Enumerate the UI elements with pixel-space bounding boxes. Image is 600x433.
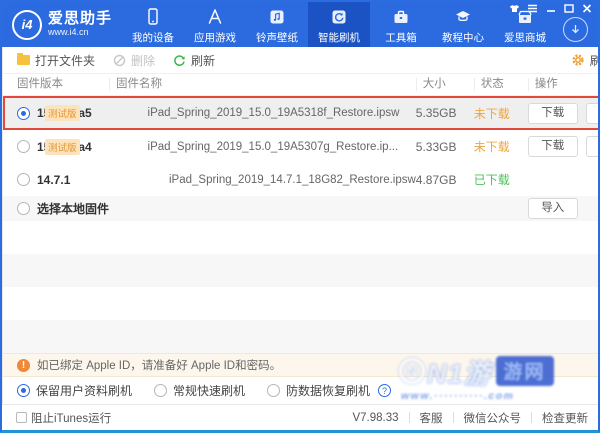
radio-icon[interactable] — [17, 173, 30, 186]
refresh-button[interactable]: 刷新 — [173, 52, 215, 69]
table-row-empty — [3, 254, 598, 287]
main-panel: 打开文件夹 删除 刷新 刷机设置 固件版本 固件名称 大小 — [3, 47, 598, 404]
option-normal-fast-flash[interactable]: 常规快速刷机 — [154, 382, 245, 399]
block-itunes-checkbox[interactable]: 阻止iTunes运行 — [2, 410, 115, 426]
status-not-downloaded: 未下载 — [473, 140, 510, 154]
nav-ringtones-wallpapers[interactable]: 铃声壁纸 — [246, 2, 308, 47]
radio-icon — [154, 384, 168, 397]
option-anti-data-recovery[interactable]: 防数据恢复刷机 ? — [267, 382, 392, 399]
flash-settings-button[interactable]: 刷机设置 — [571, 52, 598, 69]
minimize-icon[interactable] — [545, 4, 556, 13]
option-keep-user-data[interactable]: 保留用户资料刷机 — [17, 382, 132, 399]
download-button[interactable]: 下载 — [527, 102, 578, 124]
title-bar: i4 爱思助手 www.i4.cn 我的设备 应用游戏 铃声壁纸 智能刷机 工具… — [2, 2, 598, 47]
download-manager-button[interactable] — [563, 17, 588, 42]
import-button[interactable]: 导入 — [585, 102, 598, 124]
refresh-icon — [174, 54, 185, 66]
radio-icon[interactable] — [17, 202, 30, 215]
gear-icon — [572, 54, 584, 66]
firmware-row-15.0beta5[interactable]: 15.0beta5 测试版 iPad_Spring_2019_15.0_19A5… — [3, 96, 598, 130]
skin-icon[interactable] — [509, 4, 520, 13]
i4-logo-icon: i4 — [12, 9, 42, 40]
status-downloaded: 已下载 — [473, 173, 510, 187]
table-row-empty — [3, 320, 598, 353]
radio-icon — [267, 384, 281, 397]
briefcase-icon — [391, 7, 411, 27]
close-icon[interactable] — [581, 4, 592, 13]
phone-icon — [143, 7, 163, 27]
status-not-downloaded: 未下载 — [473, 106, 510, 121]
version-label: V7.98.33 — [352, 411, 399, 424]
menu-icon[interactable] — [527, 4, 538, 13]
app-logo[interactable]: i4 爱思助手 www.i4.cn — [2, 2, 122, 47]
firmware-file-name: iPad_Spring_2019_15.0_19A5318f_Restore.i… — [147, 107, 400, 119]
flash-refresh-icon — [329, 7, 349, 27]
warning-icon: ! — [17, 358, 30, 372]
empty-rows — [3, 221, 598, 353]
download-button[interactable]: 下载 — [527, 136, 578, 157]
checkbox-icon — [16, 412, 27, 423]
header-status: 状态 — [473, 78, 528, 91]
app-title: 爱思助手 — [48, 10, 113, 28]
radio-selected-icon[interactable] — [17, 106, 30, 120]
app-url: www.i4.cn — [48, 26, 89, 37]
app-window: i4 爱思助手 www.i4.cn 我的设备 应用游戏 铃声壁纸 智能刷机 工具… — [0, 0, 600, 433]
status-bar: 阻止iTunes运行 V7.98.33 客服 微信公众号 检查更新 — [2, 404, 598, 430]
beta-badge: 测试版 — [45, 105, 80, 121]
header-firmware-name: 固件名称 — [109, 78, 416, 91]
customer-service-link[interactable]: 客服 — [420, 410, 443, 426]
nav-smart-flash[interactable]: 智能刷机 — [308, 2, 371, 47]
graduation-cap-icon — [453, 7, 473, 27]
window-controls — [509, 4, 592, 13]
footer-links: V7.98.33 客服 微信公众号 检查更新 — [352, 410, 598, 426]
music-note-icon — [267, 7, 287, 27]
header-size: 大小 — [415, 78, 474, 91]
table-header: 固件版本 固件名称 大小 状态 操作 — [3, 74, 598, 96]
header-firmware-version: 固件版本 — [17, 78, 63, 90]
table-row-empty — [3, 287, 598, 320]
beta-badge: 测试版 — [45, 138, 80, 155]
firmware-row-15.0beta4[interactable]: 15.0beta4 测试版 iPad_Spring_2019_15.0_19A5… — [3, 130, 598, 163]
firmware-row-14.7.1[interactable]: 14.7.1 iPad_Spring_2019_14.7.1_18G82_Res… — [3, 163, 598, 196]
flash-mode-options: 保留用户资料刷机 常规快速刷机 防数据恢复刷机 ? — [3, 377, 598, 404]
radio-selected-icon — [17, 384, 30, 397]
firmware-file-name: iPad_Spring_2019_15.0_19A5307g_Restore.i… — [147, 140, 399, 153]
open-folder-button[interactable]: 打开文件夹 — [17, 52, 95, 69]
nav-apps-games[interactable]: 应用游戏 — [184, 2, 246, 47]
delete-icon — [113, 54, 126, 66]
appstore-icon — [205, 7, 225, 27]
download-arrow-icon — [572, 25, 579, 34]
import-button[interactable]: 导入 — [527, 198, 578, 219]
header-operation: 操作 — [527, 78, 598, 91]
radio-icon[interactable] — [17, 140, 30, 153]
check-update-link[interactable]: 检查更新 — [542, 410, 588, 426]
firmware-toolbar: 打开文件夹 删除 刷新 刷机设置 — [3, 47, 598, 74]
folder-icon — [17, 53, 30, 65]
nav-toolbox[interactable]: 工具箱 — [370, 2, 432, 47]
wechat-account-link[interactable]: 微信公众号 — [464, 410, 522, 426]
import-button[interactable]: 导入 — [585, 136, 598, 157]
maximize-icon[interactable] — [563, 4, 574, 13]
apple-id-notice: ! 如已绑定 Apple ID，请准备好 Apple ID和密码。 ✕ — [3, 353, 598, 377]
nav-my-devices[interactable]: 我的设备 — [122, 2, 184, 47]
delete-button[interactable]: 删除 — [113, 52, 155, 69]
select-local-firmware-row[interactable]: 选择本地固件 导入 — [3, 196, 598, 221]
nav-tutorial-center[interactable]: 教程中心 — [432, 2, 494, 47]
help-icon[interactable]: ? — [378, 384, 392, 397]
firmware-file-name: iPad_Spring_2019_14.7.1_18G82_Restore.ip… — [169, 173, 416, 186]
table-row-empty — [3, 221, 598, 254]
